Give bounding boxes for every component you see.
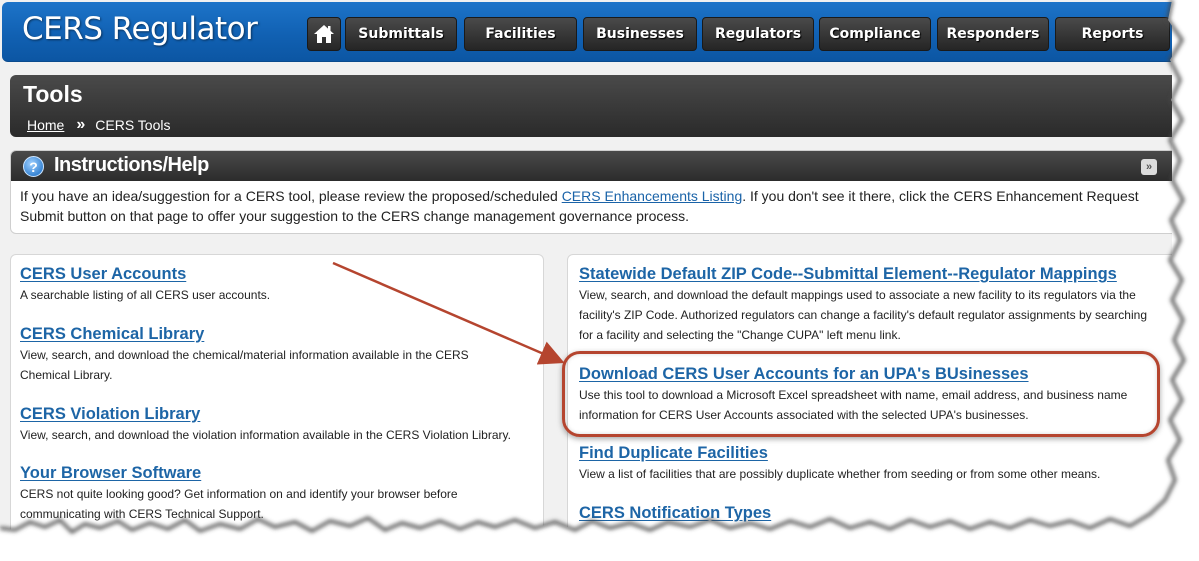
breadcrumb-home-link[interactable]: Home bbox=[27, 117, 64, 133]
tool-item: CERS Notification Types bbox=[579, 504, 1164, 524]
tool-item: Download CERS User Accounts for an UPA's… bbox=[579, 365, 1164, 425]
tool-description: A searchable listing of all CERS user ac… bbox=[20, 288, 271, 302]
tool-description: CERS not quite looking good? Get informa… bbox=[20, 487, 458, 521]
tool-description: View a list of facilities that are possi… bbox=[579, 467, 1101, 481]
tool-link-find-duplicate-facilities[interactable]: Find Duplicate Facilities bbox=[579, 444, 768, 463]
tool-description: View, search, and download the violation… bbox=[20, 428, 511, 442]
tool-description: View, search, and download the chemical/… bbox=[20, 348, 469, 382]
tool-description: View, search, and download the default m… bbox=[579, 288, 1147, 342]
page: CERS Regulator Submittals Facilities Bus… bbox=[0, 0, 1172, 530]
tool-link-chemical-library[interactable]: CERS Chemical Library bbox=[20, 325, 204, 344]
nav-reports[interactable]: Reports bbox=[1055, 17, 1170, 51]
tool-link-zip-mappings[interactable]: Statewide Default ZIP Code--Submittal El… bbox=[579, 265, 1117, 284]
nav-businesses[interactable]: Businesses bbox=[583, 17, 697, 51]
tool-item: CERS User Accounts A searchable listing … bbox=[20, 265, 530, 305]
home-button[interactable] bbox=[307, 17, 341, 51]
enhancements-listing-link[interactable]: CERS Enhancements Listing bbox=[562, 188, 743, 204]
tool-link-user-accounts[interactable]: CERS User Accounts bbox=[20, 265, 186, 284]
breadcrumb: Home » CERS Tools bbox=[27, 116, 170, 134]
instructions-panel: ? Instructions/Help » If you have an ide… bbox=[10, 150, 1172, 234]
top-header: CERS Regulator Submittals Facilities Bus… bbox=[2, 2, 1172, 62]
help-icon: ? bbox=[23, 156, 44, 177]
page-title-bar: Tools Home » CERS Tools bbox=[10, 75, 1172, 137]
tool-link-download-upa-accounts[interactable]: Download CERS User Accounts for an UPA's… bbox=[579, 365, 1029, 384]
tool-link-browser-software[interactable]: Your Browser Software bbox=[20, 464, 201, 483]
tool-description: Use this tool to download a Microsoft Ex… bbox=[579, 388, 1128, 422]
breadcrumb-current: CERS Tools bbox=[95, 117, 171, 133]
nav-compliance[interactable]: Compliance bbox=[819, 17, 931, 51]
tool-item: CERS Violation Library View, search, and… bbox=[20, 405, 535, 445]
breadcrumb-separator: » bbox=[76, 116, 86, 133]
tools-panel-left: CERS User Accounts A searchable listing … bbox=[10, 254, 544, 530]
instructions-header[interactable]: ? Instructions/Help » bbox=[11, 151, 1172, 181]
nav-submittals[interactable]: Submittals bbox=[345, 17, 457, 51]
chevron-double-down-icon[interactable]: » bbox=[1141, 159, 1157, 175]
nav-responders[interactable]: Responders bbox=[937, 17, 1049, 51]
tool-link-violation-library[interactable]: CERS Violation Library bbox=[20, 405, 200, 424]
home-icon bbox=[314, 25, 334, 43]
tool-item: CERS Chemical Library View, search, and … bbox=[20, 325, 490, 385]
app-title: CERS Regulator bbox=[22, 11, 258, 47]
tools-panel-right: Statewide Default ZIP Code--Submittal El… bbox=[567, 254, 1172, 530]
instructions-title: Instructions/Help bbox=[54, 154, 209, 176]
tool-item: Statewide Default ZIP Code--Submittal El… bbox=[579, 265, 1164, 345]
page-title: Tools bbox=[23, 81, 83, 107]
tool-item: Your Browser Software CERS not quite loo… bbox=[20, 464, 490, 524]
tool-link-notification-types[interactable]: CERS Notification Types bbox=[579, 504, 771, 523]
nav-regulators[interactable]: Regulators bbox=[702, 17, 814, 51]
nav-facilities[interactable]: Facilities bbox=[464, 17, 577, 51]
instructions-text-before: If you have an idea/suggestion for a CER… bbox=[20, 188, 562, 204]
instructions-text: If you have an idea/suggestion for a CER… bbox=[11, 181, 1172, 231]
tool-item: Find Duplicate Facilities View a list of… bbox=[579, 444, 1164, 484]
